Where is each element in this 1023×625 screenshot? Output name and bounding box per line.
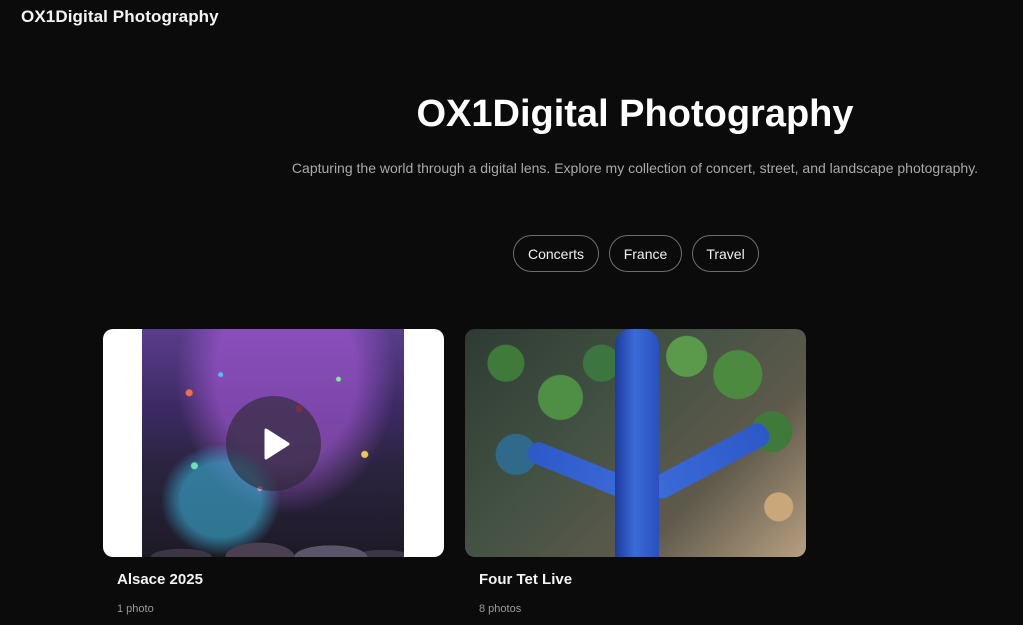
tree-trunk bbox=[615, 329, 659, 557]
page: OX1Digital Photography OX1Digital Photog… bbox=[0, 0, 1023, 625]
hero-subtitle: Capturing the world through a digital le… bbox=[291, 160, 979, 176]
tag-concerts[interactable]: Concerts bbox=[513, 235, 599, 272]
album-photo-count: 8 photos bbox=[479, 603, 522, 615]
album-card-alsace-2025[interactable]: Alsace 2025 1 photo bbox=[103, 329, 444, 615]
hero-title: OX1Digital Photography bbox=[416, 93, 854, 135]
album-card-four-tet-live[interactable]: Four Tet Live 8 photos bbox=[465, 329, 806, 615]
site-brand-link[interactable]: OX1Digital Photography bbox=[21, 7, 219, 27]
play-icon bbox=[264, 428, 289, 459]
tag-filter-group: Concerts France Travel bbox=[513, 235, 759, 272]
tag-travel[interactable]: Travel bbox=[692, 235, 759, 272]
album-title[interactable]: Four Tet Live bbox=[479, 571, 572, 588]
tree-branch-right bbox=[646, 419, 774, 503]
crowd-silhouette bbox=[142, 497, 404, 557]
album-photo-count: 1 photo bbox=[117, 603, 154, 615]
tag-france[interactable]: France bbox=[609, 235, 682, 272]
album-title[interactable]: Alsace 2025 bbox=[117, 571, 203, 588]
album-thumbnail-image[interactable] bbox=[465, 329, 806, 557]
album-thumbnail-video[interactable] bbox=[103, 329, 444, 557]
play-button[interactable] bbox=[226, 396, 321, 491]
